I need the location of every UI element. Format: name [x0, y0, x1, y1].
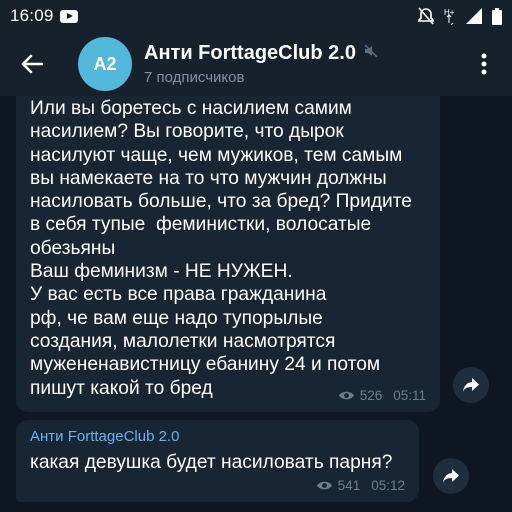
alarm-off-icon: [418, 7, 434, 25]
views-count: 526: [359, 388, 383, 403]
back-button[interactable]: [0, 32, 64, 96]
channel-info[interactable]: Анти ForttageClub 2.0 7 подписчиков: [144, 42, 378, 86]
signal-icon: [466, 8, 482, 24]
message-list[interactable]: Или вы боретесь с насилием самим насилие…: [0, 96, 512, 512]
views-count: 541: [337, 478, 361, 493]
share-button[interactable]: [433, 458, 469, 494]
share-arrow-icon: [443, 469, 459, 483]
message-time: 05:12: [371, 478, 405, 493]
views-eye-icon: [316, 481, 332, 490]
battery-icon: [492, 7, 502, 25]
message-text: Или вы боретесь с насилием самим насилие…: [30, 98, 412, 399]
status-bar: 16:09 H+: [0, 0, 512, 32]
share-arrow-icon: [463, 378, 479, 392]
message-text: какая девушка будет насиловать парня?: [30, 452, 393, 473]
message-meta: 526 05:11: [338, 388, 426, 403]
channel-subtitle: 7 подписчиков: [144, 69, 245, 86]
message-time: 05:11: [393, 388, 426, 403]
message-bubble[interactable]: Или вы боретесь с насилием самим насилие…: [16, 96, 440, 412]
message-meta: 541 05:12: [316, 478, 405, 493]
data-hplus-icon: H+: [444, 7, 456, 25]
message-bubble[interactable]: Анти ForttageClub 2.0 какая девушка буде…: [16, 420, 419, 502]
back-arrow-icon: [21, 54, 43, 74]
message-author[interactable]: Анти ForttageClub 2.0: [30, 428, 179, 445]
views-eye-icon: [338, 391, 354, 400]
more-vert-icon: [481, 53, 487, 75]
youtube-icon: [59, 9, 78, 23]
more-button[interactable]: [470, 50, 498, 78]
chat-header: A2 Анти ForttageClub 2.0 7 подписчиков: [0, 32, 512, 96]
status-time: 16:09: [10, 6, 54, 25]
avatar[interactable]: A2: [78, 37, 132, 91]
share-button[interactable]: [453, 367, 489, 403]
status-icons: H+: [418, 7, 502, 25]
muted-speaker-icon: [364, 44, 378, 63]
channel-title: Анти ForttageClub 2.0: [144, 42, 356, 64]
